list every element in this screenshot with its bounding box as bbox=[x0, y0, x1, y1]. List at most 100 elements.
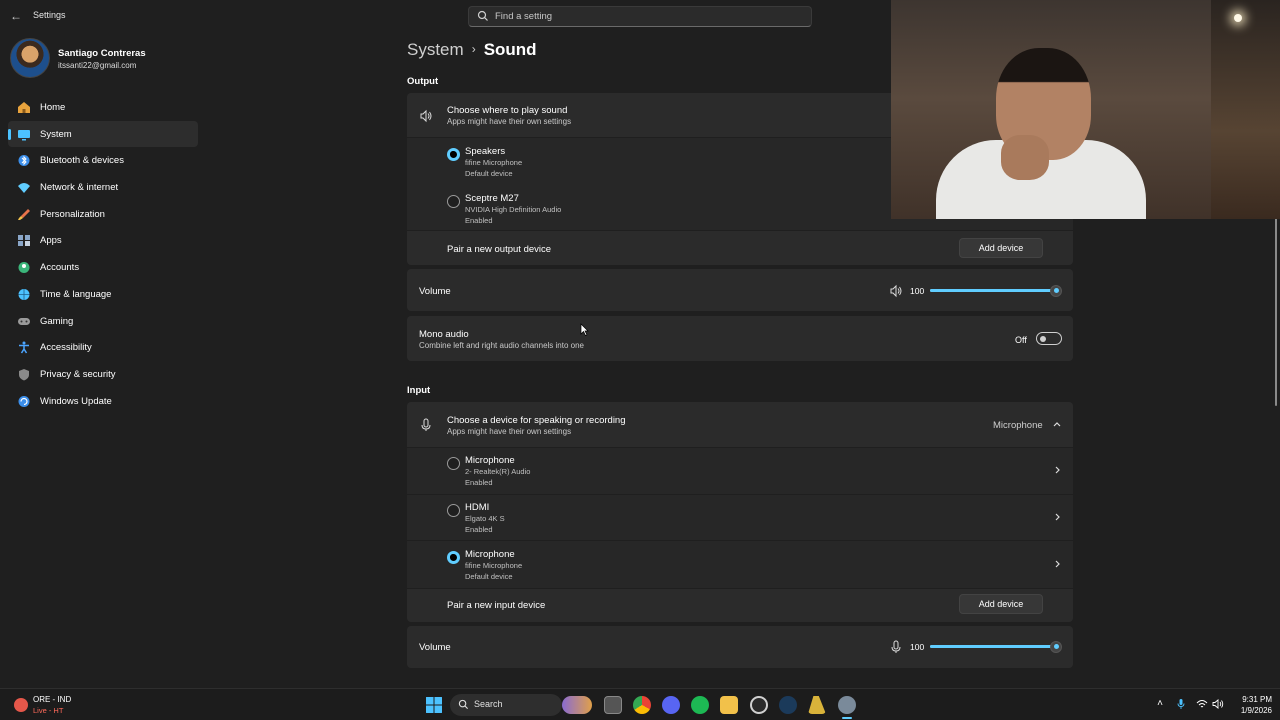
task-view-icon[interactable] bbox=[604, 696, 622, 714]
spotify-icon[interactable] bbox=[691, 696, 709, 714]
sidebar-item-label: Bluetooth & devices bbox=[40, 155, 124, 167]
speaker-icon bbox=[420, 109, 432, 123]
output-volume-thumb[interactable] bbox=[1050, 284, 1062, 297]
sidebar-item-label: Home bbox=[40, 102, 66, 113]
input-chooser-title: Choose a device for speaking or recordin… bbox=[447, 415, 626, 426]
system-icon bbox=[18, 129, 30, 141]
sidebar-item-system[interactable]: System bbox=[8, 120, 198, 148]
sidebar-item-accessibility[interactable]: Accessibility bbox=[8, 334, 198, 361]
user-email: itssanti22@gmail.com bbox=[58, 61, 137, 70]
device-name: HDMI bbox=[465, 502, 490, 513]
wifi-icon[interactable] bbox=[1196, 698, 1208, 710]
sidebar-item-label: System bbox=[40, 128, 72, 140]
avatar bbox=[10, 38, 50, 78]
sidebar-item-label: Network & internet bbox=[40, 182, 119, 194]
input-volume-thumb[interactable] bbox=[1050, 640, 1062, 653]
clock-date[interactable]: 1/9/2026 bbox=[1226, 706, 1272, 715]
mouse-cursor-icon bbox=[580, 323, 589, 336]
input-volume-label: Volume bbox=[419, 642, 451, 653]
mono-audio-toggle[interactable] bbox=[1036, 332, 1062, 345]
bluetooth-icon bbox=[18, 155, 30, 167]
chevron-right-icon[interactable] bbox=[1051, 464, 1063, 476]
output-volume-slider[interactable] bbox=[930, 289, 1056, 292]
microphone-icon bbox=[421, 418, 431, 431]
search-icon bbox=[477, 10, 488, 21]
app-title: Settings bbox=[33, 10, 66, 20]
chevron-right-icon[interactable] bbox=[1051, 558, 1063, 570]
output-section-label: Output bbox=[407, 76, 439, 87]
settings-gear-icon[interactable] bbox=[838, 696, 856, 714]
search-input[interactable] bbox=[495, 9, 795, 24]
chevron-up-icon[interactable] bbox=[1051, 418, 1063, 430]
chevron-up-icon[interactable]: ˄ bbox=[1154, 698, 1166, 710]
output-radio-sceptre[interactable] bbox=[447, 195, 460, 208]
output-volume-label: Volume bbox=[419, 286, 451, 297]
sidebar-item-label: Windows Update bbox=[40, 395, 112, 407]
app-icon[interactable] bbox=[808, 696, 826, 714]
sidebar-item-bluetooth[interactable]: Bluetooth & devices bbox=[8, 147, 198, 174]
back-arrow-icon[interactable]: ← bbox=[8, 8, 24, 24]
input-section-label: Input bbox=[407, 385, 431, 396]
discord-icon[interactable] bbox=[662, 696, 680, 714]
device-detail: 2- Realtek(R) Audio bbox=[465, 467, 531, 476]
chevron-right-icon[interactable] bbox=[1051, 511, 1063, 523]
chrome-icon[interactable] bbox=[633, 696, 651, 714]
input-volume-slider[interactable] bbox=[930, 645, 1056, 648]
weather-title[interactable]: ORE - IND bbox=[33, 695, 71, 704]
breadcrumb-parent[interactable]: System bbox=[407, 40, 464, 59]
webcam-overlay bbox=[891, 0, 1280, 219]
breadcrumb: System › Sound bbox=[407, 40, 537, 60]
obs-icon[interactable] bbox=[750, 696, 768, 714]
divider bbox=[407, 447, 1073, 448]
windows-start-icon[interactable] bbox=[425, 696, 443, 714]
device-status: Enabled bbox=[465, 525, 493, 534]
sidebar-item-gaming[interactable]: Gaming bbox=[8, 308, 198, 335]
sidebar-item-label: Accounts bbox=[40, 262, 80, 274]
microphone-icon[interactable] bbox=[1175, 698, 1187, 710]
sidebar-item-apps[interactable]: Apps bbox=[8, 227, 198, 254]
input-radio-realtek[interactable] bbox=[447, 457, 460, 470]
sidebar-item-personalization[interactable]: Personalization bbox=[8, 201, 198, 228]
speaker-icon[interactable] bbox=[889, 284, 903, 298]
sidebar-item-time-language[interactable]: Time & language bbox=[8, 281, 198, 308]
wifi-icon bbox=[18, 183, 30, 194]
steam-icon[interactable] bbox=[779, 696, 797, 714]
mono-audio-title: Mono audio bbox=[419, 329, 469, 340]
input-radio-fifine[interactable] bbox=[447, 551, 460, 564]
sidebar-item-label: Gaming bbox=[40, 315, 74, 327]
home-icon bbox=[18, 102, 30, 113]
taskbar: ORE - IND Live - HT Search ˄ 9:31 PM 1/9… bbox=[0, 688, 1280, 720]
sidebar-item-accounts[interactable]: Accounts bbox=[8, 254, 198, 281]
add-output-device-button[interactable]: Add device bbox=[959, 238, 1043, 258]
webcam-background bbox=[1211, 0, 1280, 219]
sidebar-item-windows-update[interactable]: Windows Update bbox=[8, 388, 198, 415]
sidebar-nav: Home System Bluetooth & devices Network … bbox=[8, 94, 198, 414]
input-radio-hdmi[interactable] bbox=[447, 504, 460, 517]
volume-icon[interactable] bbox=[1212, 698, 1224, 710]
pair-output-label: Pair a new output device bbox=[447, 244, 552, 255]
mono-audio-state: Off bbox=[1015, 335, 1027, 345]
output-radio-speakers[interactable] bbox=[447, 148, 460, 161]
output-chooser-subtitle: Apps might have their own settings bbox=[447, 117, 572, 126]
input-chooser-subtitle: Apps might have their own settings bbox=[447, 427, 572, 436]
clock-time[interactable]: 9:31 PM bbox=[1232, 695, 1272, 704]
sidebar-item-home[interactable]: Home bbox=[8, 94, 198, 121]
user-profile[interactable]: Santiago Contreras itssanti22@gmail.com bbox=[10, 38, 210, 78]
active-app-indicator bbox=[842, 717, 852, 719]
taskbar-search-label: Search bbox=[474, 699, 503, 709]
sidebar-item-privacy[interactable]: Privacy & security bbox=[8, 361, 198, 388]
scrollbar[interactable] bbox=[1275, 216, 1277, 406]
shield-icon bbox=[19, 368, 29, 381]
search-icon bbox=[458, 699, 469, 710]
gamepad-icon bbox=[18, 317, 30, 325]
add-input-device-button[interactable]: Add device bbox=[959, 594, 1043, 614]
microphone-icon[interactable] bbox=[889, 640, 903, 654]
mono-audio-subtitle: Combine left and right audio channels in… bbox=[419, 341, 584, 350]
sidebar-item-network[interactable]: Network & internet bbox=[8, 174, 198, 201]
device-name: Speakers bbox=[465, 146, 506, 157]
divider bbox=[407, 588, 1073, 589]
weather-icon[interactable] bbox=[14, 698, 28, 712]
search-box[interactable] bbox=[468, 6, 812, 27]
file-explorer-icon[interactable] bbox=[720, 696, 738, 714]
taskbar-search[interactable]: Search bbox=[450, 694, 592, 716]
